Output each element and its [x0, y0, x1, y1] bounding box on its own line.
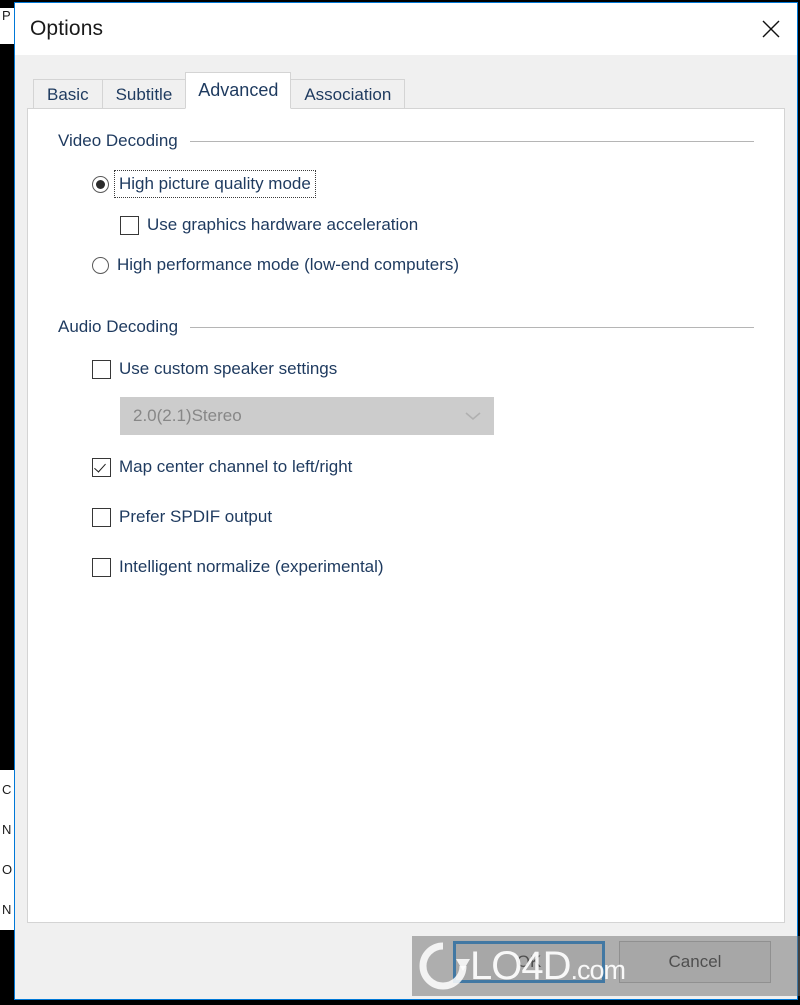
ok-button[interactable]: OK — [453, 941, 605, 983]
close-icon[interactable] — [745, 3, 797, 55]
tab-label: Basic — [47, 85, 89, 104]
tab-advanced[interactable]: Advanced — [185, 72, 292, 109]
checkbox-icon[interactable] — [92, 557, 111, 577]
background-window-fragment-top: P — [0, 8, 14, 44]
dialog-client-area: Basic Subtitle Advanced Association Vide… — [15, 55, 797, 999]
tab-subtitle[interactable]: Subtitle — [101, 79, 187, 109]
option-label: Use graphics hardware acceleration — [147, 215, 419, 234]
group-header-video-decoding: Video Decoding — [58, 131, 754, 151]
tab-label: Subtitle — [115, 85, 173, 104]
dialog-title: Options — [30, 17, 104, 40]
group-divider-line — [189, 140, 754, 142]
tab-label: Association — [304, 85, 392, 104]
radio-icon[interactable] — [92, 175, 109, 193]
option-label: Map center channel to left/right — [119, 457, 353, 476]
chevron-down-icon — [453, 410, 493, 422]
option-label: High performance mode (low-end computers… — [117, 255, 460, 274]
option-label: High picture quality mode — [114, 170, 316, 198]
tab-basic[interactable]: Basic — [33, 79, 103, 109]
group-divider-line — [190, 326, 754, 328]
option-high-picture-quality-mode[interactable]: High picture quality mode — [92, 170, 754, 198]
tab-association[interactable]: Association — [290, 79, 406, 109]
options-dialog: Options Basic Subtitle Advanced Associat… — [14, 2, 798, 1000]
option-high-performance-mode[interactable]: High performance mode (low-end computers… — [92, 255, 754, 275]
option-use-graphics-hardware-acceleration[interactable]: Use graphics hardware acceleration — [120, 215, 754, 235]
group-title: Video Decoding — [58, 131, 178, 150]
option-use-custom-speaker-settings[interactable]: Use custom speaker settings — [92, 359, 754, 379]
speaker-layout-value: 2.0(2.1)Stereo — [133, 406, 242, 425]
radio-icon[interactable] — [92, 256, 109, 274]
option-label: Use custom speaker settings — [119, 359, 338, 378]
option-label: Prefer SPDIF output — [119, 507, 273, 526]
group-header-audio-decoding: Audio Decoding — [58, 317, 754, 337]
cancel-button-label: Cancel — [668, 952, 722, 971]
tab-strip: Basic Subtitle Advanced Association — [27, 72, 785, 109]
tab-page-advanced: Video Decoding High picture quality mode… — [27, 108, 785, 923]
group-title: Audio Decoding — [58, 317, 179, 336]
tab-strip-filler — [404, 79, 785, 109]
option-map-center-channel[interactable]: Map center channel to left/right — [92, 457, 754, 477]
dialog-footer: OK Cancel — [27, 937, 785, 999]
tab-label: Advanced — [198, 80, 279, 100]
checkbox-icon[interactable] — [92, 507, 111, 527]
speaker-layout-select: 2.0(2.1)Stereo — [120, 397, 494, 435]
checkbox-icon[interactable] — [92, 457, 111, 477]
option-label: Intelligent normalize (experimental) — [119, 557, 384, 576]
checkbox-icon[interactable] — [92, 359, 111, 379]
dialog-titlebar: Options — [15, 3, 797, 55]
option-intelligent-normalize[interactable]: Intelligent normalize (experimental) — [92, 557, 754, 577]
option-prefer-spdif-output[interactable]: Prefer SPDIF output — [92, 507, 754, 527]
checkbox-icon[interactable] — [120, 215, 139, 235]
ok-button-label: OK — [516, 952, 542, 971]
cancel-button[interactable]: Cancel — [619, 941, 771, 983]
